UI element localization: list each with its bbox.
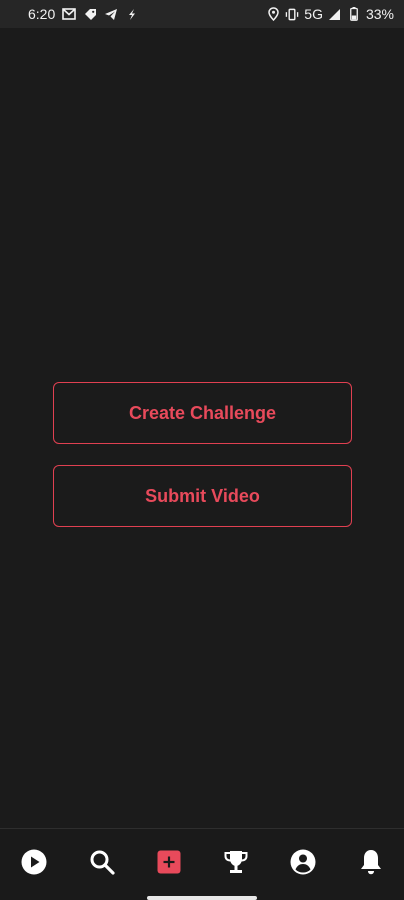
network-type: 5G xyxy=(304,6,323,22)
main-content: Create Challenge Submit Video xyxy=(0,28,404,828)
search-icon[interactable] xyxy=(87,847,117,877)
create-challenge-button[interactable]: Create Challenge xyxy=(53,382,352,444)
submit-video-button[interactable]: Submit Video xyxy=(53,465,352,527)
tag-icon xyxy=(83,7,97,21)
add-icon[interactable] xyxy=(154,847,184,877)
telegram-icon xyxy=(104,7,118,21)
location-icon xyxy=(266,7,280,21)
gmail-icon xyxy=(62,7,77,21)
status-left: 6:20 xyxy=(28,6,139,22)
profile-icon[interactable] xyxy=(288,847,318,877)
status-right: 5G 33% xyxy=(266,6,394,22)
status-bar: 6:20 5G 33% xyxy=(0,0,404,28)
home-indicator[interactable] xyxy=(147,896,257,900)
play-icon[interactable] xyxy=(19,847,49,877)
battery-icon xyxy=(347,7,361,21)
bottom-nav xyxy=(0,828,404,900)
status-time: 6:20 xyxy=(28,6,56,22)
vibrate-icon xyxy=(285,7,299,21)
battery-level: 33% xyxy=(365,6,394,22)
notifications-icon[interactable] xyxy=(356,847,386,877)
trophy-icon[interactable] xyxy=(221,847,251,877)
bolt-icon xyxy=(125,7,139,21)
signal-icon xyxy=(328,7,342,21)
